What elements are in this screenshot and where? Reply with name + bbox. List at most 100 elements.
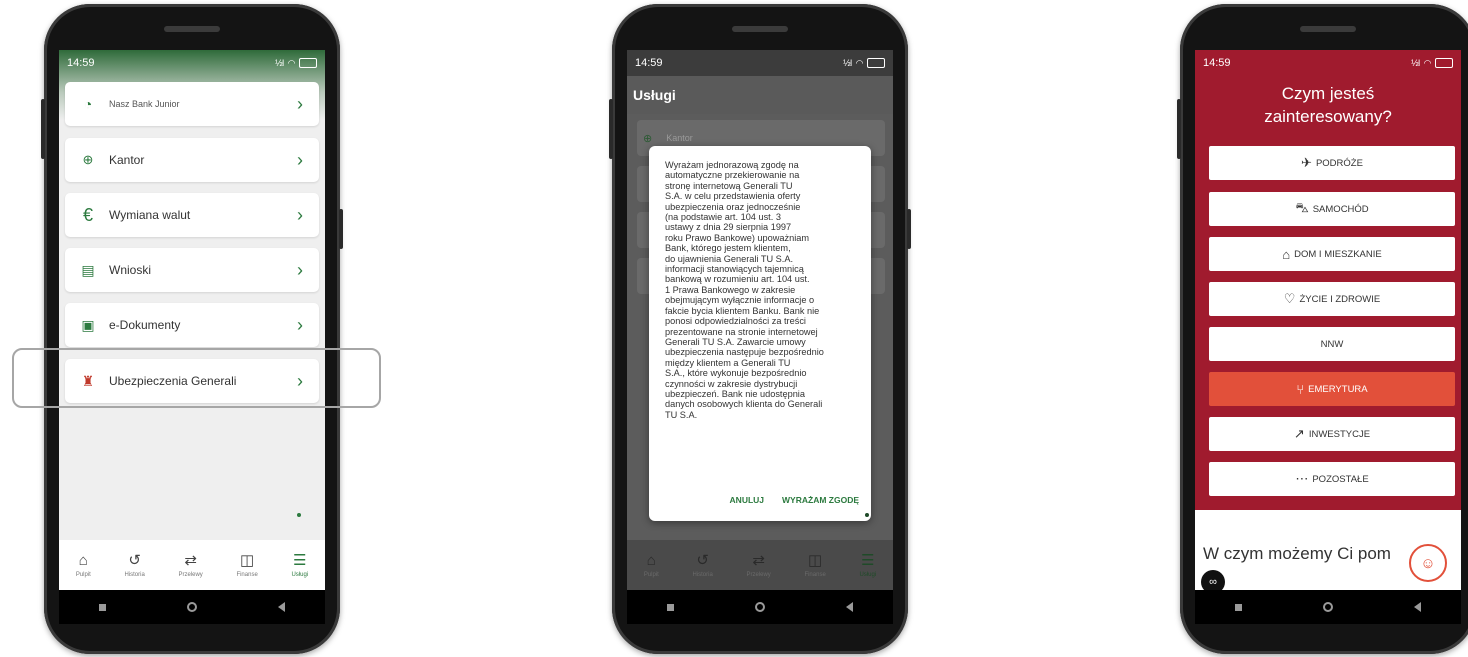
status-bar: 14:59 ½l ◠	[627, 50, 893, 76]
option-dom[interactable]: ⌂ DOM I MIESZKANIE	[1209, 237, 1455, 271]
tab-finanse[interactable]: ◫ Finanse	[804, 553, 825, 578]
signal-icon: ½l	[275, 58, 284, 68]
service-item-kantor[interactable]: ⊕ Kantor ›	[65, 138, 319, 182]
e-document-icon: ▣	[81, 316, 95, 333]
chevron-right-icon: ›	[297, 93, 303, 114]
service-label: e-Dokumenty	[109, 318, 181, 332]
tab-label: Usługi	[291, 571, 309, 578]
volume-button	[41, 99, 45, 159]
speaker-grille	[164, 26, 220, 32]
status-bar: 14:59 ½l ◠	[59, 50, 325, 76]
tab-label: Finanse	[236, 571, 258, 578]
system-nav-bar	[627, 590, 893, 624]
back-button[interactable]	[845, 602, 853, 612]
currency-exchange-icon: ⊕	[82, 152, 94, 167]
tab-historia[interactable]: ↺ Historia	[692, 553, 712, 578]
system-nav-bar	[59, 590, 325, 624]
house-icon: ⌂	[1282, 246, 1291, 262]
consent-dialog: Wyrażam jednorazową zgodę na automatyczn…	[649, 146, 871, 521]
option-label: POZOSTAŁE	[1312, 473, 1369, 485]
phone-mockup-services: 14:59 ½l ◠ ◔ Nasz Bank Junior › ⊕ Kantor …	[41, 4, 343, 654]
chatbot-icon[interactable]: ☺	[1409, 544, 1447, 582]
rocking-chair-icon: ⑂	[1296, 381, 1305, 397]
option-label: NNW	[1320, 338, 1344, 350]
status-bar: 14:59 ½l ◠	[1195, 50, 1461, 76]
recents-button[interactable]	[1235, 603, 1243, 611]
chevron-right-icon: ›	[297, 204, 303, 225]
tab-label: Pulpit	[643, 571, 659, 578]
chevron-right-icon: ›	[297, 259, 303, 280]
wifi-icon: ◠	[1423, 57, 1432, 68]
phone-mockup-consent: 14:59 ½l ◠ Usługi ⊕ Kantor Wyrażam jednor…	[609, 4, 911, 654]
services-icon: ☰	[293, 551, 307, 569]
recents-button[interactable]	[99, 603, 107, 611]
tab-finanse[interactable]: ◫ Finanse	[236, 553, 257, 578]
service-item-junior[interactable]: ◔ Nasz Bank Junior ›	[65, 82, 319, 126]
recents-button[interactable]	[667, 603, 675, 611]
option-label: INWESTYCJE	[1308, 428, 1371, 440]
power-button	[907, 209, 911, 249]
tab-przelewy[interactable]: ⇄ Przelewy	[746, 553, 770, 578]
dialog-actions: ANULUJ WYRAŻAM ZGODĘ	[730, 495, 859, 505]
home-button[interactable]	[186, 602, 197, 612]
tab-label: Historia	[124, 571, 145, 578]
piggy-bank-icon: ◔	[83, 96, 93, 112]
volume-button	[1177, 99, 1181, 159]
option-inwestycje[interactable]: ↗ INWESTYCJE	[1209, 417, 1455, 451]
screen: 14:59 ½l ◠ Usługi ⊕ Kantor Wyrażam jednor…	[627, 50, 893, 624]
service-label: Wymiana walut	[109, 208, 191, 222]
status-icons: ½l ◠	[275, 58, 317, 69]
chevron-right-icon: ›	[297, 149, 303, 170]
cancel-button[interactable]: ANULUJ	[730, 495, 764, 505]
battery-icon	[1435, 58, 1453, 68]
option-zycie[interactable]: ♡ ŻYCIE I ZDROWIE	[1209, 282, 1455, 316]
tab-uslugi[interactable]: ☰ Usługi	[859, 553, 876, 578]
status-time: 14:59	[67, 57, 95, 69]
screen: 14:59 ½l ◠ ◔ Nasz Bank Junior › ⊕ Kantor …	[59, 50, 325, 624]
battery-icon	[867, 58, 885, 68]
service-item-wymiana[interactable]: € Wymiana walut ›	[65, 193, 319, 237]
tab-label: Historia	[692, 571, 713, 578]
tab-historia[interactable]: ↺ Historia	[124, 553, 144, 578]
service-label: Wnioski	[109, 263, 152, 277]
option-label: ŻYCIE I ZDROWIE	[1299, 293, 1381, 305]
agree-button[interactable]: WYRAŻAM ZGODĘ	[782, 495, 859, 505]
option-label: PODRÓŻE	[1315, 157, 1363, 169]
option-label: EMERYTURA	[1308, 383, 1368, 395]
euro-icon: €	[82, 204, 93, 225]
status-icons: ½l ◠	[1411, 58, 1453, 69]
consent-text: Wyrażam jednorazową zgodę na automatyczn…	[665, 160, 824, 420]
home-button[interactable]	[754, 602, 765, 612]
tab-przelewy[interactable]: ⇄ Przelewy	[178, 553, 202, 578]
option-emerytura[interactable]: ⑂ EMERYTURA	[1209, 372, 1455, 406]
volume-button	[609, 99, 613, 159]
option-label: DOM I MIESZKANIE	[1294, 248, 1382, 260]
active-indicator-dot	[865, 513, 869, 517]
back-button[interactable]	[1413, 602, 1421, 612]
title-line: zainteresowany?	[1264, 107, 1392, 126]
option-nnw[interactable]: NNW	[1209, 327, 1455, 361]
home-button[interactable]	[1322, 602, 1333, 612]
wallet-icon: ◫	[808, 551, 823, 569]
service-item-wnioski[interactable]: ▤ Wnioski ›	[65, 248, 319, 292]
status-icons: ½l ◠	[843, 58, 885, 69]
option-pozostale[interactable]: ⋯ POZOSTAŁE	[1209, 462, 1455, 496]
chevron-right-icon: ›	[297, 314, 303, 335]
speaker-grille	[732, 26, 788, 32]
transfer-icon: ⇄	[184, 551, 197, 569]
service-item-edokumenty[interactable]: ▣ e-Dokumenty ›	[65, 303, 319, 347]
page-title: Usługi	[627, 76, 893, 114]
currency-exchange-icon: ⊕	[643, 132, 653, 145]
back-button[interactable]	[277, 602, 285, 612]
option-samochod[interactable]: ⛍ SAMOCHÓD	[1209, 192, 1455, 226]
history-icon: ↺	[128, 551, 141, 569]
tab-pulpit[interactable]: ⌂ Pulpit	[644, 553, 659, 578]
system-nav-bar	[1195, 590, 1461, 624]
service-label: Kantor	[666, 133, 693, 143]
history-icon: ↺	[696, 551, 709, 569]
heart-icon: ♡	[1283, 291, 1296, 306]
car-icon: ⛍	[1295, 200, 1309, 215]
tab-pulpit[interactable]: ⌂ Pulpit	[76, 553, 91, 578]
option-podroze[interactable]: ✈ PODRÓŻE	[1209, 146, 1455, 180]
tab-uslugi[interactable]: ☰ Usługi	[291, 553, 308, 578]
